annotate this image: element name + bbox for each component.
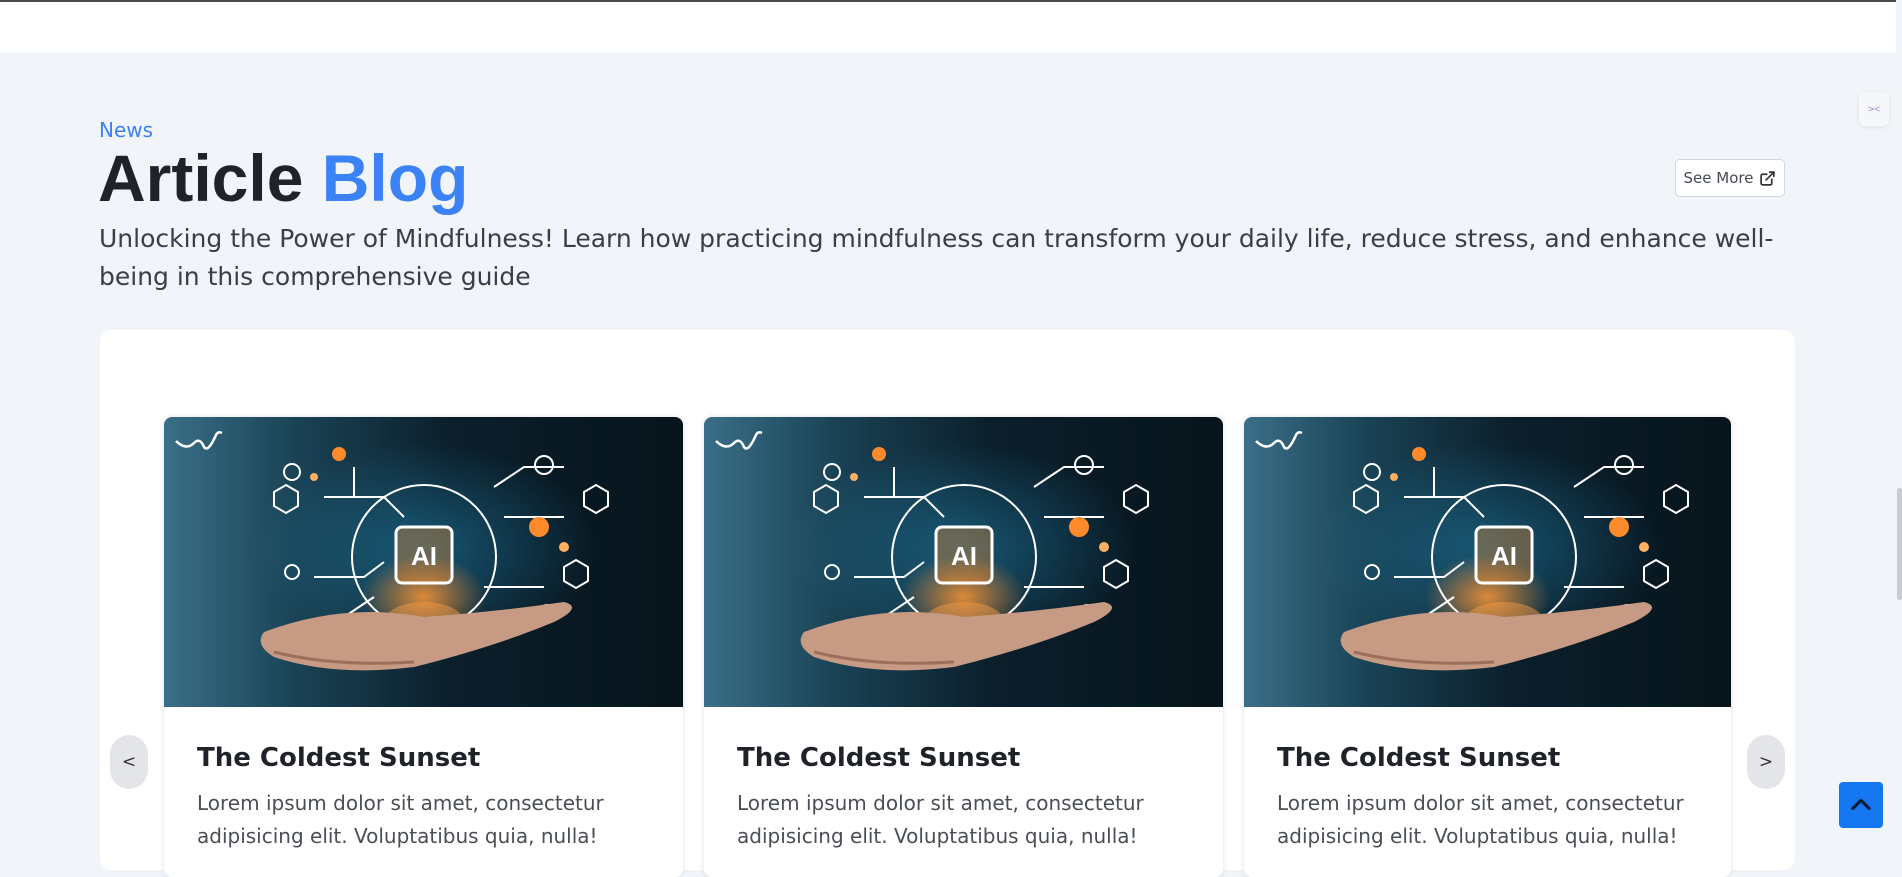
ai-circuit-illustration: AI [175, 431, 609, 671]
title-accent: Blog [321, 141, 469, 215]
card-title[interactable]: The Coldest Sunset [1277, 743, 1698, 773]
external-link-icon [1760, 170, 1776, 186]
blog-card[interactable]: AI The Coldest Sunset Lorem ipsum dolor … [164, 417, 683, 877]
ai-circuit-illustration: AI [1255, 431, 1689, 671]
see-more-label: See More [1683, 169, 1754, 187]
card-text: Lorem ipsum dolor sit amet, consectetur … [737, 791, 1144, 848]
blog-card[interactable]: AI The Coldest Sunset Lorem ipsum dolor … [1244, 417, 1731, 877]
see-more-button[interactable]: See More [1675, 159, 1785, 197]
section-subtitle: Unlocking the Power of Mindfulness! Lear… [99, 224, 1774, 291]
blog-card[interactable]: AI The Coldest Sunset Lorem ipsum dolor … [704, 417, 1223, 877]
back-to-top-button[interactable] [1839, 782, 1883, 828]
chevron-up-icon [1851, 798, 1871, 811]
side-widget-code-icon[interactable]: >< [1859, 92, 1889, 126]
page-title: Article Blog [98, 140, 468, 216]
title-main: Article [98, 141, 304, 215]
section-eyebrow: News [99, 118, 154, 142]
top-navbar [0, 0, 1896, 52]
card-title[interactable]: The Coldest Sunset [197, 743, 650, 773]
ai-chip-label: AI [1491, 541, 1517, 571]
card-image: AI [164, 417, 683, 707]
card-image: AI [704, 417, 1223, 707]
ai-chip-label: AI [951, 541, 977, 571]
ai-chip-label: AI [411, 541, 437, 571]
scrollbar-track[interactable] [1896, 0, 1902, 853]
ai-circuit-illustration: AI [715, 431, 1149, 671]
card-title[interactable]: The Coldest Sunset [737, 743, 1190, 773]
card-image: AI [1244, 417, 1731, 707]
carousel-prev-button[interactable]: < [110, 735, 148, 789]
card-text: Lorem ipsum dolor sit amet, consectetur … [1277, 791, 1684, 848]
scrollbar-thumb[interactable] [1897, 488, 1902, 600]
carousel-next-button[interactable]: > [1747, 735, 1785, 789]
card-text: Lorem ipsum dolor sit amet, consectetur … [197, 791, 604, 848]
